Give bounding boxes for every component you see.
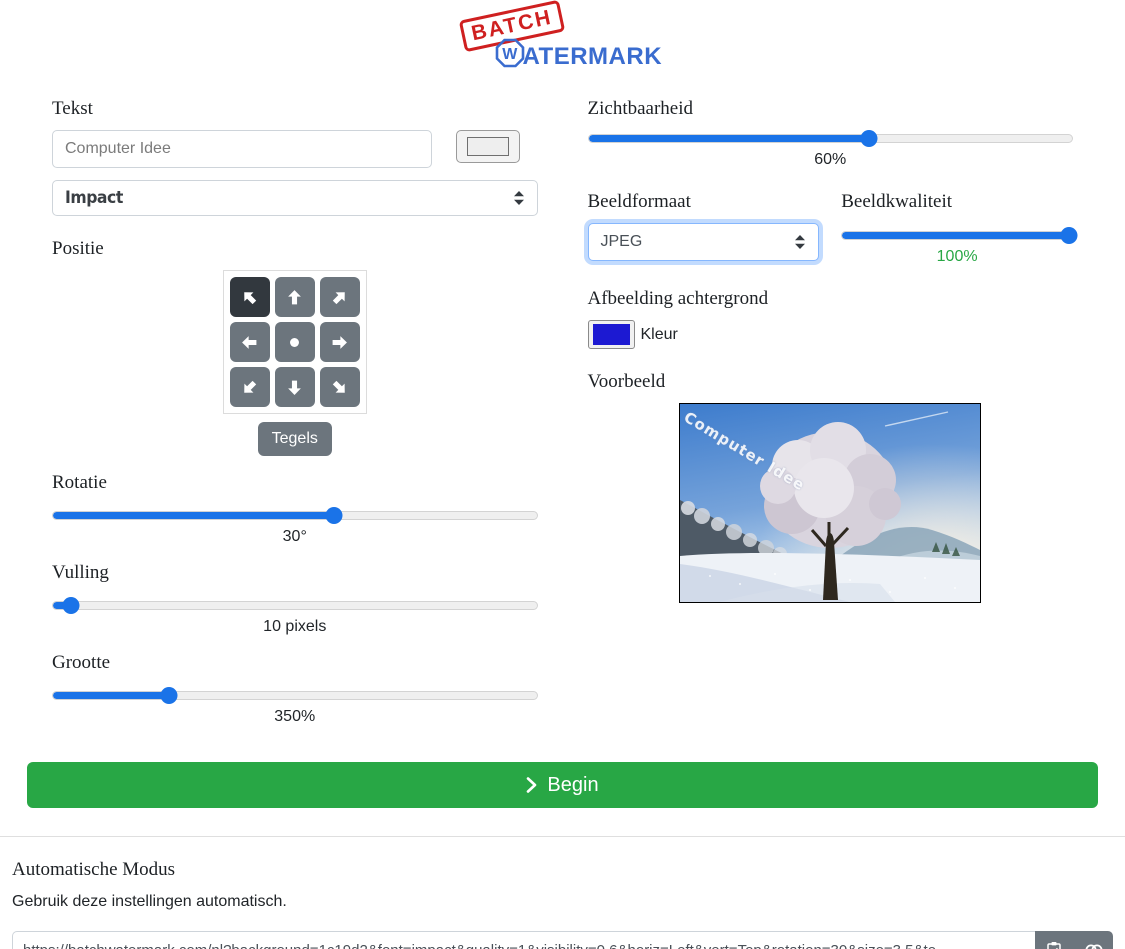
background-color-picker[interactable] <box>587 320 635 349</box>
right-column: Zichtbaarheid 60% Beeldformaat JPEG Beel… <box>563 98 1099 726</box>
position-left-button[interactable] <box>229 322 270 362</box>
logo: BATCH W ATERMARK <box>453 0 673 75</box>
slider-track <box>52 691 538 700</box>
copy-url-button[interactable] <box>1035 931 1074 949</box>
font-select[interactable]: Impact <box>52 180 538 216</box>
zichtbaarheid-slider[interactable] <box>587 130 1073 147</box>
slider-track <box>52 511 538 520</box>
arrow-down-left-icon <box>244 380 257 393</box>
clipboard-paste-icon <box>1047 941 1061 949</box>
rotatie-slider[interactable] <box>52 507 538 524</box>
slider-track <box>841 231 1073 240</box>
font-select-value: Impact <box>65 188 123 208</box>
vulling-heading: Vulling <box>52 562 109 583</box>
auto-url-group <box>12 931 1113 949</box>
grootte-value: 350% <box>274 708 316 725</box>
dot-center-icon <box>290 337 300 347</box>
up-down-arrows-icon <box>513 191 524 205</box>
position-top-right-button[interactable] <box>319 277 360 317</box>
arrow-up-left-icon <box>244 291 257 304</box>
rotatie-heading: Rotatie <box>52 472 107 493</box>
text-style-button[interactable] <box>456 130 520 163</box>
rotatie-value: 30° <box>282 528 307 545</box>
position-grid <box>222 270 367 414</box>
beeldkwaliteit-value: 100% <box>936 248 978 265</box>
arrow-down-right-icon <box>333 380 346 393</box>
position-bottom-left-button[interactable] <box>229 367 270 407</box>
zichtbaarheid-heading: Zichtbaarheid <box>587 98 694 119</box>
beeldformaat-select[interactable]: JPEG <box>587 223 820 261</box>
arrow-down-icon <box>288 380 302 395</box>
logo-octagon-w-icon: W <box>495 38 525 75</box>
position-center-button[interactable] <box>274 322 315 362</box>
main-content: Tekst Impact Positie <box>27 98 1098 726</box>
vulling-slider[interactable] <box>52 597 538 614</box>
slider-thumb[interactable] <box>860 130 878 147</box>
slider-fill <box>53 512 334 519</box>
button-outline-icon <box>467 137 509 156</box>
auto-mode-section: Automatische Modus Gebruik deze instelli… <box>12 859 1113 949</box>
zichtbaarheid-value: 60% <box>814 151 847 168</box>
tekst-heading: Tekst <box>52 98 93 119</box>
url-button-group <box>1035 931 1113 949</box>
logo-watermark-text: W ATERMARK <box>495 38 663 75</box>
slider-thumb[interactable] <box>62 597 80 614</box>
begin-label: Begin <box>547 773 599 796</box>
arrow-up-icon <box>288 289 302 304</box>
grootte-slider[interactable] <box>52 687 538 704</box>
position-right-button[interactable] <box>319 322 360 362</box>
beeldformaat-value: JPEG <box>600 233 643 250</box>
section-divider <box>0 836 1125 837</box>
auto-mode-title: Automatische Modus <box>12 859 176 880</box>
auto-mode-subtitle: Gebruik deze instellingen automatisch. <box>12 893 287 910</box>
vulling-value: 10 pixels <box>263 618 327 635</box>
voorbeeld-heading: Voorbeeld <box>587 371 666 392</box>
position-bottom-button[interactable] <box>274 367 315 407</box>
svg-text:W: W <box>502 46 518 63</box>
slider-track <box>587 134 1073 143</box>
position-bottom-right-button[interactable] <box>319 367 360 407</box>
slider-fill <box>842 232 1072 239</box>
positie-heading: Positie <box>52 238 104 259</box>
slider-thumb[interactable] <box>325 507 343 524</box>
slider-track <box>52 601 538 610</box>
achtergrond-heading: Afbeelding achtergrond <box>587 288 769 309</box>
slider-fill <box>588 135 869 142</box>
slider-thumb[interactable] <box>1060 227 1078 244</box>
up-down-arrows-icon <box>795 235 806 249</box>
link-button[interactable] <box>1074 931 1113 949</box>
begin-button[interactable]: Begin <box>27 762 1098 808</box>
beeldkwaliteit-heading: Beeldkwaliteit <box>841 191 953 212</box>
arrow-up-right-icon <box>333 291 346 304</box>
link-chain-icon <box>1085 944 1102 949</box>
auto-url-input[interactable] <box>12 931 1035 949</box>
color-swatch <box>592 324 630 345</box>
arrow-left-icon <box>242 335 257 349</box>
slider-fill <box>53 692 170 699</box>
tegels-button[interactable]: Tegels <box>257 422 332 456</box>
left-column: Tekst Impact Positie <box>27 98 563 726</box>
logo-brand-rest: ATERMARK <box>522 42 663 70</box>
slider-thumb[interactable] <box>160 687 178 704</box>
position-top-left-button[interactable] <box>229 277 270 317</box>
watermark-text-input[interactable] <box>52 130 432 168</box>
chevron-right-icon <box>527 777 537 793</box>
beeldformaat-heading: Beeldformaat <box>587 191 691 212</box>
beeldkwaliteit-slider[interactable] <box>841 227 1078 244</box>
preview-image: Computer Idee <box>679 403 982 603</box>
arrow-right-icon <box>332 335 348 349</box>
grootte-heading: Grootte <box>52 652 111 673</box>
kleur-label: Kleur <box>640 325 678 343</box>
position-top-button[interactable] <box>274 277 315 317</box>
